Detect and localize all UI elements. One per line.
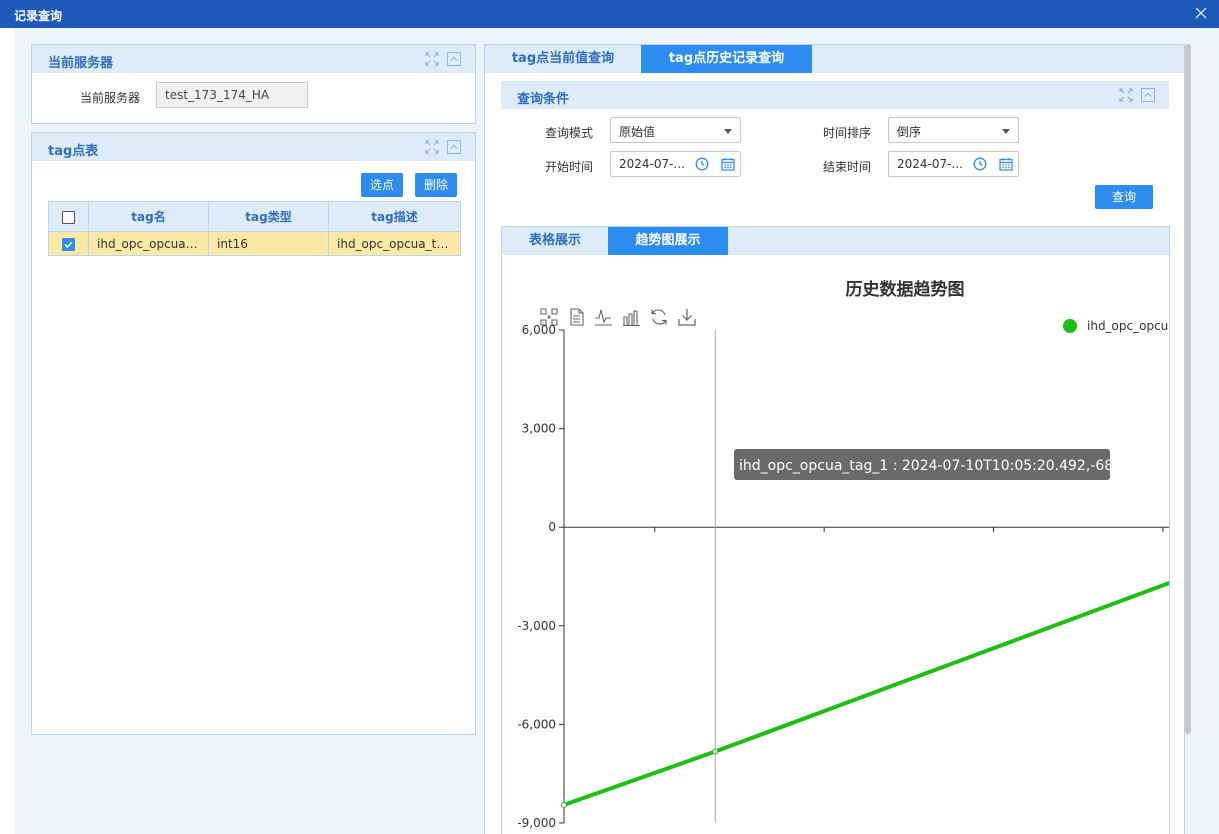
time-order-select[interactable]: 倒序 [888, 117, 1019, 143]
delete-tag-button[interactable]: 删除 [415, 173, 457, 197]
download-icon[interactable] [678, 308, 696, 326]
start-time-value: 2024-07-... [619, 157, 685, 171]
tab-history-record[interactable]: tag点历史记录查询 [641, 45, 812, 73]
select-tag-button[interactable]: 选点 [361, 173, 403, 197]
chevron-down-icon [724, 129, 732, 134]
trend-chart: 历史数据趋势图 ihd_opc_opcua 6,0003,0000-3,000-… [517, 279, 1169, 830]
tag-panel-title: tag点表 [48, 144, 99, 159]
expand-icon[interactable] [425, 140, 439, 154]
select-all-checkbox[interactable] [62, 210, 75, 224]
select-all-cell[interactable] [48, 201, 89, 232]
vertical-scrollbar[interactable] [1185, 44, 1191, 734]
query-panel-header: 查询条件 [501, 81, 1169, 109]
view-tabs: 表格展示 趋势图展示 [502, 227, 1169, 255]
server-panel-header: 当前服务器 [32, 45, 475, 73]
y-tick-label: 0 [548, 520, 556, 534]
tooltip-text: ihd_opc_opcua_tag_1 : 2024-07-10T10:05:2… [739, 458, 1131, 474]
bar-chart-icon[interactable] [622, 308, 640, 327]
tag-table-header: tag名 tag类型 tag描述 [48, 201, 461, 232]
column-header-type: tag类型 [208, 201, 329, 232]
tag-panel: tag点表 选点 删除 tag名 tag类型 tag描述 ihd_opc_opc… [31, 132, 476, 735]
plot-area: 6,000 3,000 0 -3,000 -6,000 -9,000 [517, 323, 1169, 830]
tag-panel-header: tag点表 [32, 133, 475, 161]
collapse-icon[interactable] [1141, 88, 1155, 102]
expand-icon[interactable] [425, 52, 439, 66]
server-panel-title: 当前服务器 [48, 56, 114, 71]
calendar-icon[interactable] [721, 157, 735, 171]
table-row[interactable]: ihd_opc_opcua_... int16 ihd_opc_opcua_ta… [48, 231, 461, 256]
expand-icon[interactable] [1119, 88, 1133, 102]
tag-table: tag名 tag类型 tag描述 ihd_opc_opcua_... int16… [48, 201, 461, 256]
data-point[interactable] [561, 801, 567, 808]
column-header-desc: tag描述 [328, 201, 461, 232]
server-field-label: 当前服务器 [80, 91, 141, 105]
window-title: 记录查询 [14, 9, 63, 23]
collapse-icon[interactable] [447, 140, 461, 154]
series-line [562, 581, 1169, 807]
chart-title: 历史数据趋势图 [846, 279, 965, 300]
search-button[interactable]: 查询 [1095, 185, 1153, 209]
row-tag-name: ihd_opc_opcua_... [88, 231, 209, 256]
server-panel: 当前服务器 当前服务器 test_173_174_HA [31, 44, 476, 124]
server-field: test_173_174_HA [156, 82, 308, 108]
row-tag-desc: ihd_opc_opcua_ta... [328, 231, 461, 256]
time-order-value: 倒序 [897, 125, 922, 139]
query-panel-title: 查询条件 [517, 92, 570, 107]
chevron-down-icon [1002, 129, 1010, 134]
close-icon[interactable] [1193, 5, 1209, 21]
result-panel: 表格展示 趋势图展示 历史数据趋势图 ihd_opc_opcua 6,000 3… [501, 226, 1170, 834]
query-mode-label: 查询模式 [545, 126, 594, 140]
row-checkbox-cell[interactable] [48, 231, 89, 256]
end-time-label: 结束时间 [823, 160, 872, 174]
calendar-icon[interactable] [999, 157, 1013, 171]
y-tick-label: 3,000 [522, 422, 556, 436]
row-checkbox[interactable] [62, 237, 75, 251]
tab-trend-view[interactable]: 趋势图展示 [608, 227, 728, 255]
y-tick-label: -3,000 [517, 619, 556, 633]
end-time-input[interactable]: 2024-07-... [888, 151, 1019, 177]
time-order-label: 时间排序 [823, 126, 872, 140]
query-mode-value: 原始值 [619, 125, 656, 139]
y-tick-label: 6,000 [522, 323, 556, 337]
start-time-input[interactable]: 2024-07-... [610, 151, 741, 177]
tab-current-value[interactable]: tag点当前值查询 [485, 45, 641, 73]
query-tabs: tag点当前值查询 tag点历史记录查询 [485, 45, 1184, 73]
column-header-name: tag名 [88, 201, 209, 232]
clock-icon[interactable] [695, 157, 709, 171]
history-panel: tag点当前值查询 tag点历史记录查询 查询条件 查询模式 原始值 时间排序 … [484, 44, 1185, 834]
window-titlebar: 记录查询 [0, 0, 1219, 28]
query-mode-select[interactable]: 原始值 [610, 117, 741, 143]
restore-icon[interactable] [650, 308, 668, 326]
legend-marker[interactable] [1063, 319, 1077, 333]
y-tick-label: -6,000 [517, 717, 556, 731]
collapse-icon[interactable] [447, 52, 461, 66]
end-time-value: 2024-07-... [897, 157, 963, 171]
chart-tooltip: ihd_opc_opcua_tag_1 : 2024-07-10T10:05:2… [734, 449, 1131, 480]
check-icon [64, 240, 73, 248]
line-chart-icon[interactable] [594, 308, 612, 326]
tab-table-view[interactable]: 表格展示 [502, 227, 608, 255]
row-tag-type: int16 [208, 231, 329, 256]
clock-icon[interactable] [973, 157, 987, 171]
y-tick-label: -9,000 [517, 816, 556, 830]
query-panel: 查询条件 查询模式 原始值 时间排序 倒序 开始时间 2024-07-... 结… [501, 81, 1169, 217]
data-view-icon[interactable] [568, 308, 586, 326]
legend-label[interactable]: ihd_opc_opcua [1087, 319, 1169, 333]
start-time-label: 开始时间 [545, 160, 594, 174]
